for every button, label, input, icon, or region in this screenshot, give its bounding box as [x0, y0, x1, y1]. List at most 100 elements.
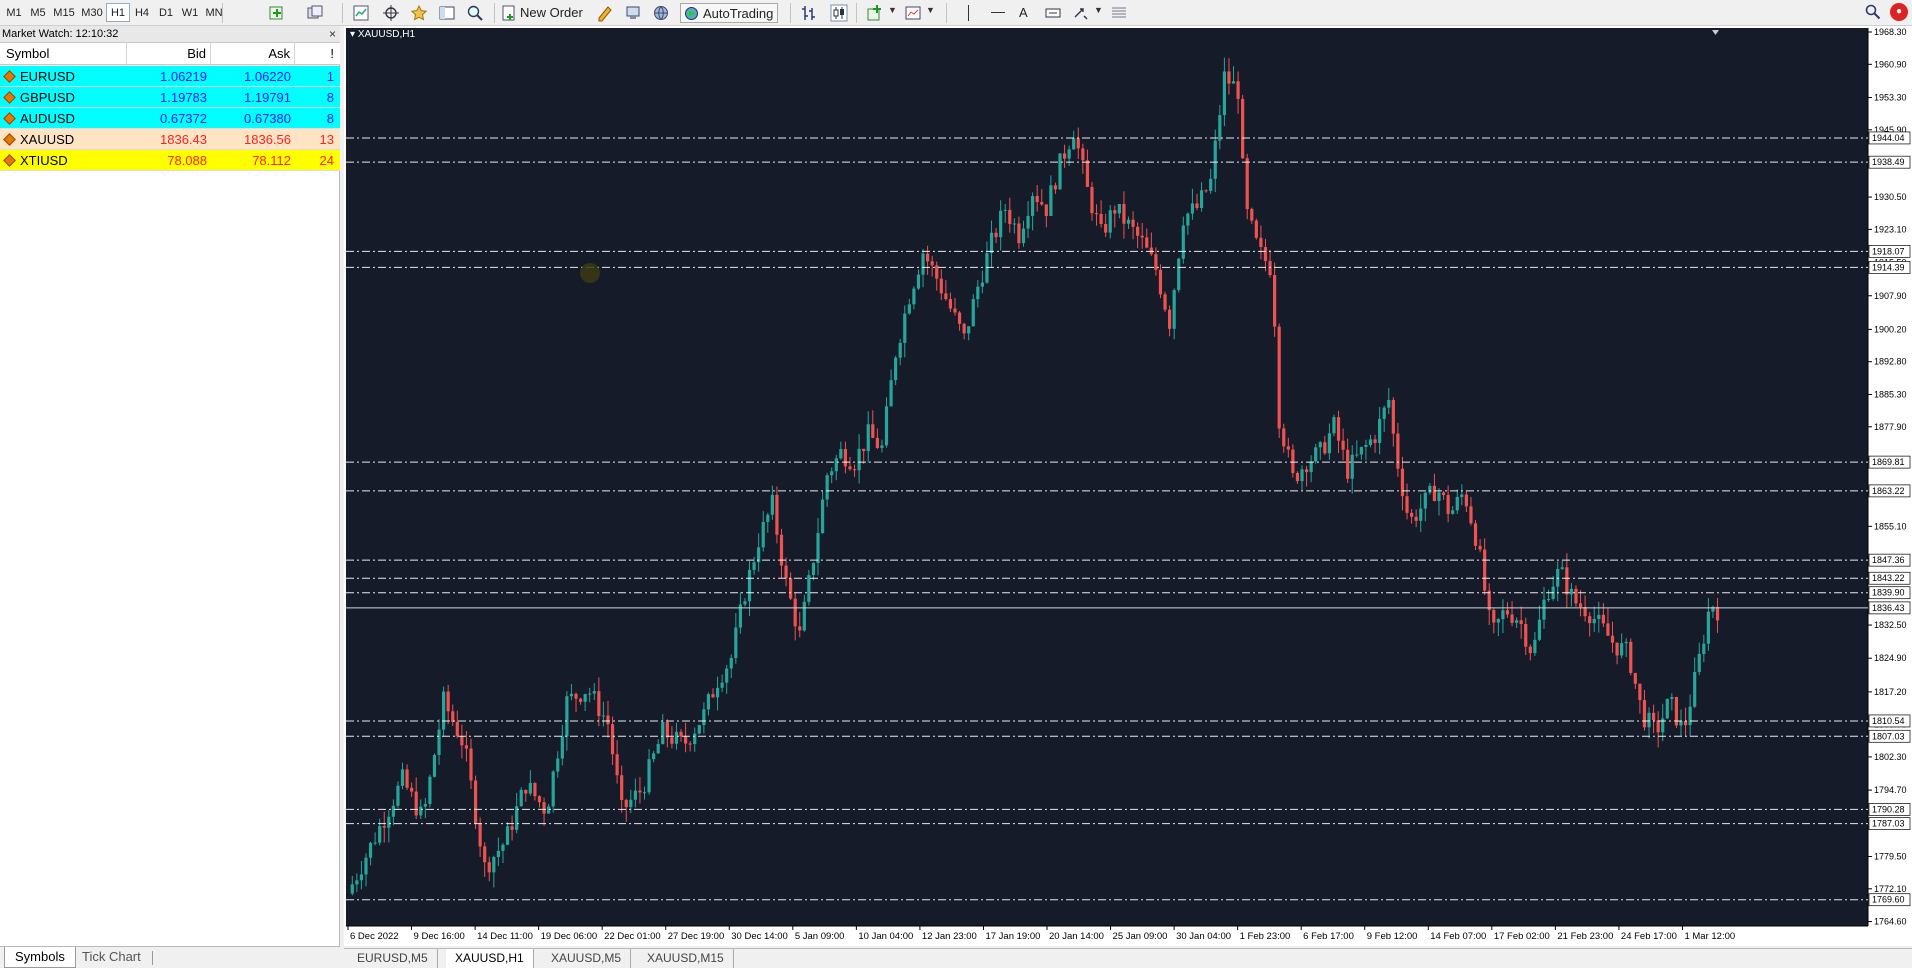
chart-templates-icon[interactable]	[904, 4, 922, 22]
column-header-bid[interactable]: Bid	[127, 43, 211, 65]
market-watch-icon[interactable]	[352, 4, 370, 22]
text-label-icon[interactable]	[1044, 4, 1062, 22]
candle-body	[1332, 417, 1336, 434]
candle-body	[629, 799, 633, 808]
indicators-icon[interactable]	[866, 4, 884, 22]
dropdown-arrow-icon[interactable]: ▼	[1094, 5, 1103, 15]
candle-body	[560, 736, 564, 759]
candle-body	[1204, 190, 1208, 192]
symbol-diamond-icon	[3, 112, 16, 125]
price-tick-label: 1832.50	[1874, 620, 1907, 630]
chart-tab-xauusd-m5[interactable]: XAUUSD,M5	[542, 949, 632, 968]
price-chart[interactable]: 1968.301960.901953.301945.901938.491930.…	[344, 26, 1912, 946]
timeframe-h4-button[interactable]: H4	[130, 3, 154, 22]
candle-body	[606, 715, 610, 725]
timeframe-m15-button[interactable]: M15	[50, 3, 78, 22]
candle-body	[350, 884, 354, 894]
dropdown-arrow-icon[interactable]: ▼	[888, 5, 897, 15]
candle-body	[1163, 294, 1167, 310]
price-tick-label: 1779.50	[1874, 851, 1907, 861]
candle-body	[501, 844, 505, 851]
crosshair-icon[interactable]	[382, 4, 400, 22]
candle-body	[1615, 642, 1619, 656]
table-row[interactable]: XTIUSD 78.088 78.112 24	[0, 150, 340, 171]
metaeditor-icon[interactable]	[596, 4, 614, 22]
candle-body	[1432, 485, 1437, 501]
cell-spread: 8	[326, 111, 334, 126]
candle-body	[1231, 81, 1236, 84]
chart-tab-eurusd-m5[interactable]: EURUSD,M5	[348, 949, 438, 968]
toolbar-separator	[946, 3, 947, 23]
timeframe-d1-button[interactable]: D1	[154, 3, 178, 22]
candle-body	[711, 694, 715, 698]
column-header-symbol[interactable]: Symbol	[0, 43, 127, 65]
candle-body	[862, 448, 866, 452]
table-row[interactable]: AUDUSD 0.67372 0.67380 8	[0, 108, 340, 129]
candle-body	[1629, 641, 1633, 673]
table-row[interactable]: XAUUSD 1836.43 1836.56 13	[0, 129, 340, 150]
candle-body	[761, 521, 765, 548]
new-order-icon[interactable]	[500, 4, 518, 22]
cell-ask: 1836.56	[244, 132, 291, 147]
bar-chart-icon[interactable]	[800, 4, 818, 22]
signals-icon[interactable]	[624, 4, 642, 22]
candle-body	[583, 694, 587, 702]
tab-tick-chart[interactable]: Tick Chart	[72, 947, 151, 968]
candle-body	[464, 745, 469, 749]
autotrading-button[interactable]: AutoTrading	[680, 3, 779, 23]
timeframe-m1-button[interactable]: M1	[2, 3, 26, 22]
table-row[interactable]: GBPUSD 1.19783 1.19791 8	[0, 87, 340, 108]
close-icon[interactable]: ×	[329, 26, 336, 43]
candle-body	[455, 721, 459, 737]
navigator-icon[interactable]	[438, 4, 456, 22]
candle-body	[647, 759, 651, 793]
candle-body	[355, 880, 359, 885]
candle-body	[542, 802, 546, 814]
candle-body	[1085, 160, 1090, 187]
candle-body	[720, 682, 724, 688]
new-chart-icon[interactable]	[268, 4, 286, 22]
candle-body	[487, 862, 491, 873]
timeframe-w1-button[interactable]: W1	[178, 3, 202, 22]
time-tick-label: 6 Dec 2022	[350, 931, 399, 942]
chart-window[interactable]: 1968.301960.901953.301945.901938.491930.…	[344, 26, 1912, 946]
profiles-icon[interactable]	[306, 4, 324, 22]
timeframe-m5-button[interactable]: M5	[26, 3, 50, 22]
candle-body	[1241, 98, 1245, 159]
timeframe-h1-button[interactable]: H1	[106, 3, 130, 22]
chart-tab-xauusd-m15[interactable]: XAUUSD,M15	[638, 949, 734, 968]
autotrading-globe-icon[interactable]	[652, 4, 670, 22]
chart-tab-xauusd-h1[interactable]: XAUUSD,H1	[446, 949, 534, 968]
candle-body	[1437, 492, 1441, 501]
candle-body	[1355, 454, 1359, 456]
level-price-label: 1938.49	[1872, 157, 1905, 167]
candle-body	[1428, 485, 1432, 493]
notification-badge-icon[interactable]: ●	[1890, 3, 1908, 21]
time-tick-label: 14 Dec 11:00	[477, 931, 533, 942]
strategy-tester-icon[interactable]	[466, 4, 484, 22]
time-tick-label: 9 Dec 16:00	[414, 931, 465, 942]
candle-body	[1031, 196, 1035, 216]
market-watch-title: Market Watch: 12:10:32 ×	[0, 26, 340, 43]
chart-plot-area[interactable]	[346, 28, 1868, 926]
arrows-icon[interactable]	[1072, 4, 1090, 22]
vertical-line-icon[interactable]	[968, 5, 969, 21]
level-price-label: 1769.60	[1872, 895, 1905, 905]
text-tool-button[interactable]: A	[1019, 3, 1028, 23]
candle-body	[1094, 213, 1099, 215]
timeframe-m30-button[interactable]: M30	[78, 3, 106, 22]
column-header-ask[interactable]: Ask	[211, 43, 295, 65]
favorites-icon[interactable]	[410, 4, 428, 22]
candle-body	[1601, 614, 1605, 624]
table-row[interactable]: EURUSD 1.06219 1.06220 1	[0, 66, 340, 87]
horizontal-line-icon[interactable]	[991, 12, 1005, 13]
tab-symbols[interactable]: Symbols	[4, 947, 76, 968]
new-order-button[interactable]: New Order	[520, 3, 583, 23]
periods-icon[interactable]	[1110, 4, 1128, 22]
candle-body	[364, 857, 368, 875]
column-header-spread[interactable]: !	[295, 43, 340, 65]
search-icon[interactable]	[1864, 3, 1882, 21]
dropdown-arrow-icon[interactable]: ▼	[926, 5, 935, 15]
candlestick-icon[interactable]	[830, 4, 848, 22]
candle-body	[505, 826, 510, 845]
